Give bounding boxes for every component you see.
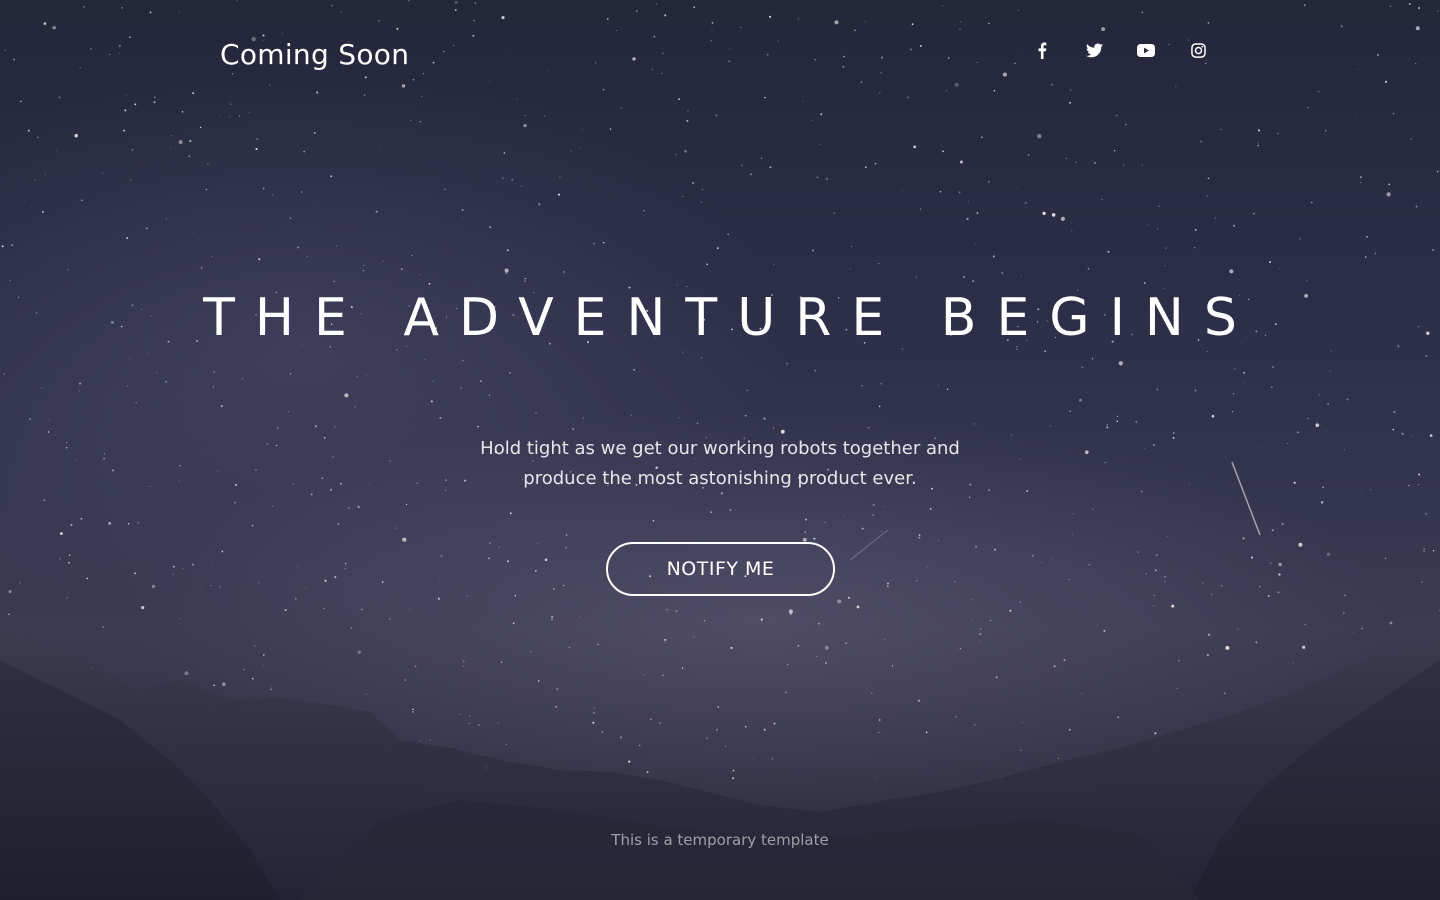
instagram-link[interactable]	[1186, 38, 1210, 62]
footer-text: This is a temporary template	[611, 831, 829, 849]
hero-subtitle-line: Hold tight as we get our working robots …	[480, 438, 960, 459]
facebook-icon	[1038, 42, 1047, 59]
coming-soon-page: Coming Soon THE ADVENTURE BEGINS Hold ti…	[0, 0, 1440, 900]
hero-subtitle: Hold tight as we get our working robots …	[420, 434, 1020, 494]
twitter-link[interactable]	[1082, 38, 1106, 62]
hero-subtitle-line: produce the most astonishing product eve…	[523, 468, 917, 489]
hero-title: THE ADVENTURE BEGINS	[203, 288, 1257, 348]
instagram-icon	[1190, 42, 1206, 58]
brand-title[interactable]: Coming Soon	[220, 38, 409, 71]
youtube-icon	[1137, 43, 1155, 57]
social-links	[1030, 38, 1210, 62]
facebook-link[interactable]	[1030, 38, 1054, 62]
notify-me-button[interactable]: NOTIFY ME	[606, 542, 835, 596]
twitter-icon	[1085, 42, 1103, 57]
youtube-link[interactable]	[1134, 38, 1158, 62]
